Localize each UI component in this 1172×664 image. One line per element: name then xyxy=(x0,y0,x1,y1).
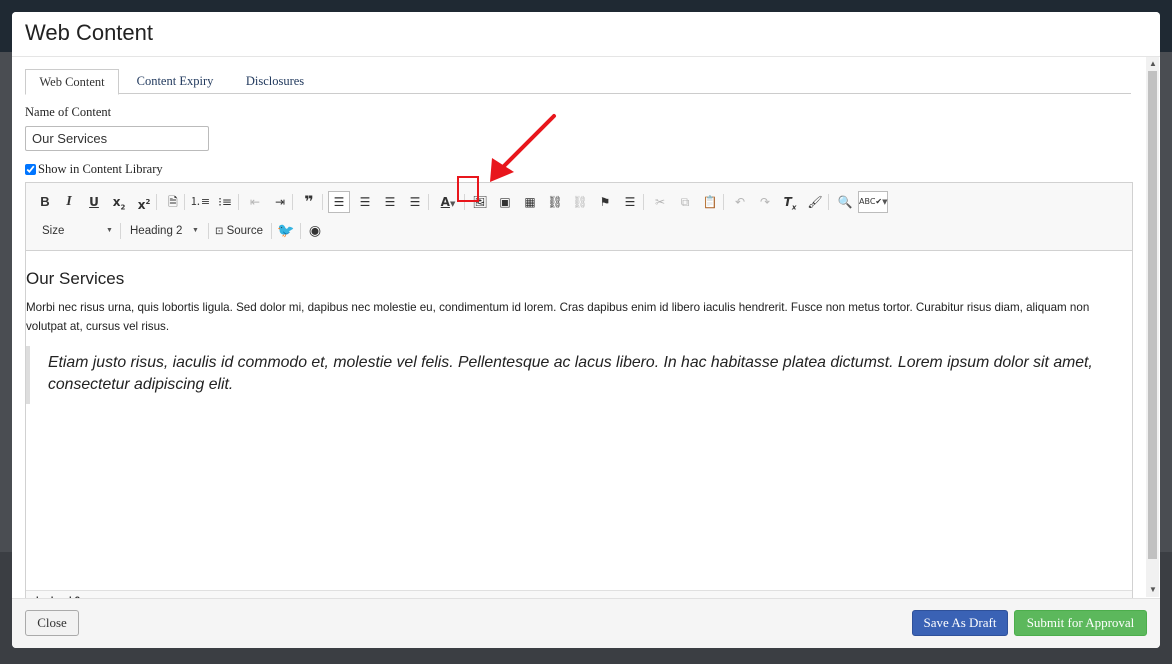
underline-icon[interactable]: U xyxy=(83,191,105,213)
name-of-content-input[interactable] xyxy=(25,126,209,151)
format-painter-icon[interactable]: 🖌 xyxy=(804,191,826,213)
scroll-down-icon[interactable]: ▼ xyxy=(1149,585,1157,594)
twitter-icon[interactable]: 🐦 xyxy=(275,220,297,242)
superscript-icon[interactable]: x2 xyxy=(133,191,155,213)
remove-format-icon[interactable]: Tx xyxy=(779,191,801,213)
content-blockquote: Etiam justo risus, iaculis id commodo et… xyxy=(26,346,1106,404)
modal-header: Web Content xyxy=(12,12,1160,57)
tab-web-content[interactable]: Web Content xyxy=(25,69,119,95)
show-in-library-label: Show in Content Library xyxy=(38,162,163,176)
tab-disclosures[interactable]: Disclosures xyxy=(235,69,315,93)
blockquote-icon[interactable]: ❞ xyxy=(298,191,320,213)
spellcheck-icon[interactable]: ABC✔▼ xyxy=(858,191,888,213)
content-tabs: Web Content Content Expiry Disclosures xyxy=(25,69,1131,95)
tab-content-expiry[interactable]: Content Expiry xyxy=(125,69,225,93)
save-draft-button[interactable]: Save As Draft xyxy=(912,610,1008,636)
numbered-list-icon[interactable]: ⒈≡ xyxy=(189,191,211,213)
name-of-content-label: Name of Content xyxy=(25,105,112,119)
outdent-icon[interactable]: ⇤ xyxy=(244,191,266,213)
copy-icon[interactable]: ⧉ xyxy=(674,191,696,213)
source-icon: ⊡ xyxy=(215,226,224,237)
scroll-up-icon[interactable]: ▲ xyxy=(1149,59,1157,68)
undo-icon[interactable]: ↶ xyxy=(729,191,751,213)
justify-icon[interactable]: ☰ xyxy=(404,191,426,213)
show-in-library-checkbox[interactable] xyxy=(25,164,36,175)
accessibility-icon[interactable]: ◉ xyxy=(304,220,326,242)
pointer-arrow xyxy=(490,114,556,182)
source-button[interactable]: ⊡ Source xyxy=(215,220,263,243)
submit-approval-button[interactable]: Submit for Approval xyxy=(1014,610,1147,636)
anchor-icon[interactable]: ⚑ xyxy=(594,191,616,213)
cut-icon[interactable]: ✂ xyxy=(649,191,671,213)
format-dropdown[interactable]: Heading 2 ▼ xyxy=(130,220,202,242)
align-left-icon[interactable]: ☰ xyxy=(328,191,350,213)
subscript-icon[interactable]: x2 xyxy=(108,191,130,213)
web-content-modal: Web Content ▲ ▼ Web Content Content Expi… xyxy=(12,12,1160,648)
editor-content[interactable]: Our Services Morbi nec risus urna, quis … xyxy=(26,251,1132,591)
redo-icon[interactable]: ↷ xyxy=(754,191,776,213)
bold-icon[interactable]: B xyxy=(34,191,56,213)
indent-icon[interactable]: ⇥ xyxy=(269,191,291,213)
editor-toolbar: B I U x2 x2 🗎 ⒈≡ ⁝≡ ⇤ ⇥ ❞ ☰ ☰ ☰ ☰ A▼ 🖼 ▣… xyxy=(26,183,1132,251)
find-icon[interactable]: 🔍 xyxy=(834,191,856,213)
italic-icon[interactable]: I xyxy=(58,191,80,213)
blockquote-text: Etiam justo risus, iaculis id commodo et… xyxy=(48,354,1093,393)
paste-text-icon[interactable]: 📋 xyxy=(699,191,721,213)
modal-body: ▲ ▼ Web Content Content Expiry Disclosur… xyxy=(12,57,1160,612)
rich-text-editor: B I U x2 x2 🗎 ⒈≡ ⁝≡ ⇤ ⇥ ❞ ☰ ☰ ☰ ☰ A▼ 🖼 ▣… xyxy=(25,182,1133,612)
bulleted-list-icon[interactable]: ⁝≡ xyxy=(214,191,236,213)
close-button[interactable]: Close xyxy=(25,610,79,636)
content-heading: Our Services xyxy=(26,269,125,288)
horizontal-line-icon[interactable]: ☰ xyxy=(619,191,641,213)
align-right-icon[interactable]: ☰ xyxy=(379,191,401,213)
font-size-dropdown[interactable]: Size ▼ xyxy=(42,220,113,242)
content-paragraph: Morbi nec risus urna, quis lobortis ligu… xyxy=(26,301,1090,333)
scroll-thumb[interactable] xyxy=(1148,71,1157,559)
unlink-icon[interactable]: ⛓ xyxy=(569,191,591,213)
paste-icon[interactable]: 🗎 xyxy=(162,191,184,213)
modal-footer: Close Save As Draft Submit for Approval xyxy=(12,598,1160,648)
align-center-icon[interactable]: ☰ xyxy=(354,191,376,213)
modal-title: Web Content xyxy=(25,20,154,45)
